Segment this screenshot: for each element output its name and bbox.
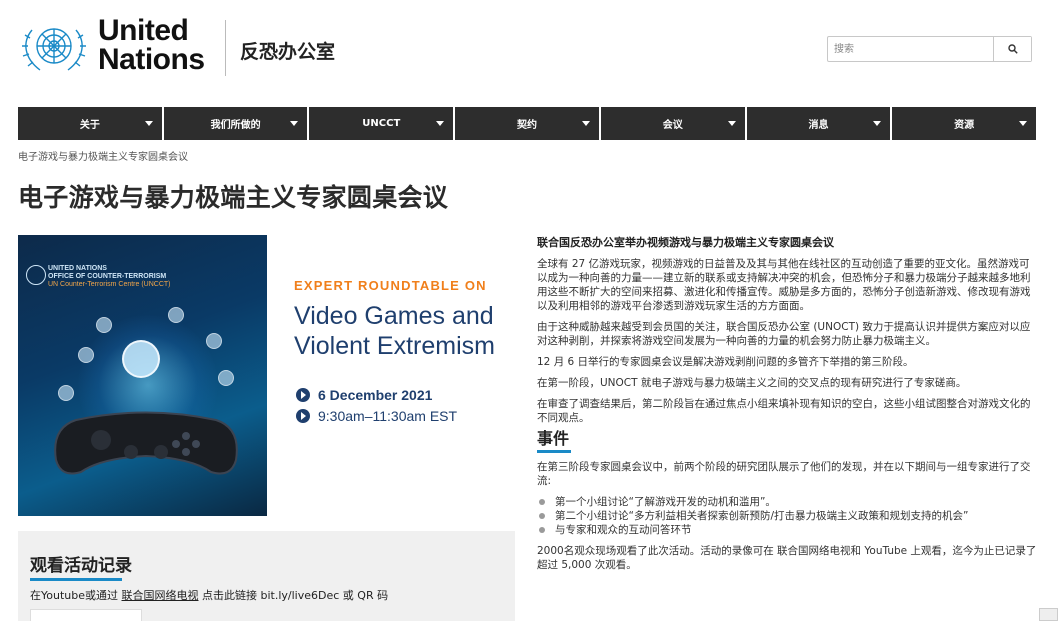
article-paragraph: 12 月 6 日举行的专家圆桌会议是解决游戏剥削问题的多管齐下举措的第三阶段。 bbox=[537, 356, 914, 368]
page-title: 电子游戏与暴力极端主义专家圆桌会议 bbox=[18, 183, 449, 212]
un-emblem-icon bbox=[26, 265, 46, 285]
search-input[interactable] bbox=[828, 37, 994, 61]
chevron-down-icon bbox=[144, 121, 153, 126]
nav-item-news[interactable]: 消息 bbox=[746, 107, 891, 140]
user-avatar-icon bbox=[206, 333, 222, 349]
nav-label: 会议 bbox=[662, 120, 683, 131]
un-wordmark[interactable]: United Nations bbox=[98, 14, 205, 76]
poster-org-line-2: OFFICE OF COUNTER-TERRORISM bbox=[48, 273, 167, 280]
un-emblem-icon[interactable] bbox=[18, 18, 90, 78]
chevron-down-icon bbox=[873, 121, 882, 126]
logo-line-2: Nations bbox=[98, 43, 205, 76]
user-avatar-icon bbox=[58, 385, 74, 401]
nav-item-meetings[interactable]: 会议 bbox=[600, 107, 745, 140]
search-icon bbox=[1007, 44, 1018, 54]
qr-code-image bbox=[30, 609, 142, 621]
user-avatar-icon bbox=[122, 340, 160, 378]
article-paragraph: 在第三阶段专家圆桌会议中，前两个阶段的研究团队展示了他们的发现，并在以下期间与一… bbox=[537, 461, 1031, 487]
recording-panel: 观看活动记录 在Youtube或通过 联合国网络电视 点击此链接 bit.ly/… bbox=[18, 531, 515, 621]
play-circle-icon bbox=[296, 387, 310, 402]
list-item: 与专家和观众的互动问答环节 bbox=[537, 523, 1037, 537]
logo-line-1: United bbox=[98, 14, 189, 47]
nav-item-what-we-do[interactable]: 我们所做的 bbox=[163, 107, 308, 140]
nav-label: 关于 bbox=[79, 120, 100, 131]
nav-item-compact[interactable]: 契约 bbox=[455, 107, 599, 140]
event-time-text: 9:30am–11:30am EST bbox=[318, 407, 458, 424]
nav-label: 消息 bbox=[808, 120, 829, 131]
instructions-prefix: 在Youtube或通过 bbox=[30, 589, 118, 602]
nav-label: UNCCT bbox=[362, 118, 401, 129]
chevron-down-icon bbox=[290, 121, 299, 126]
title-underline bbox=[30, 578, 122, 581]
recording-panel-title: 观看活动记录 bbox=[30, 556, 132, 576]
poster-meta: 6 December 2021 9:30am–11:30am EST bbox=[296, 384, 457, 426]
search-box bbox=[827, 36, 1032, 62]
poster-org-line-3: UN Counter-Terrorism Centre (UNCCT) bbox=[48, 281, 171, 288]
instructions-suffix: 点击此链接 bit.ly/live6Dec 或 QR 码 bbox=[202, 589, 389, 602]
user-avatar-icon bbox=[168, 307, 184, 323]
nav-label: 我们所做的 bbox=[210, 120, 261, 131]
event-date: 6 December 2021 bbox=[296, 384, 457, 405]
main-nav: 关于 我们所做的 UNCCT 契约 会议 消息 资源 bbox=[18, 107, 1037, 140]
article-paragraph: 2000名观众现场观看了此次活动。活动的录像可在 联合国网络电视和 YouTub… bbox=[537, 545, 1037, 571]
poster-org-line-1: UNITED NATIONS bbox=[48, 265, 107, 272]
recording-instructions: 在Youtube或通过 联合国网络电视 点击此链接 bit.ly/live6De… bbox=[30, 587, 388, 603]
poster-eyebrow: EXPERT ROUNDTABLE ON bbox=[294, 278, 487, 293]
play-circle-icon bbox=[296, 408, 310, 423]
game-controller-icon bbox=[54, 411, 238, 475]
article-paragraph: 全球有 27 亿游戏玩家，视频游戏的日益普及及其与其他在线社区的互动创造了重要的… bbox=[537, 258, 1031, 312]
section-title-events: 事件 bbox=[537, 429, 570, 448]
article-heading: 联合国反恐办公室举办视频游戏与暴力极端主义专家圆桌会议 bbox=[537, 236, 834, 249]
user-avatar-icon bbox=[96, 317, 112, 333]
article-paragraph: 在审查了调查结果后，第二阶段旨在通过焦点小组来填补现有知识的空白，这些小组试图整… bbox=[537, 398, 1031, 424]
nav-label: 契约 bbox=[517, 120, 538, 131]
logo-divider bbox=[225, 20, 226, 76]
chevron-down-icon bbox=[727, 121, 736, 126]
nav-item-about[interactable]: 关于 bbox=[18, 107, 162, 140]
article-paragraph: 在第一阶段，UNOCT 就电子游戏与暴力极端主义之间的交叉点的现有研究进行了专家… bbox=[537, 377, 967, 389]
user-avatar-icon bbox=[218, 370, 234, 386]
article-paragraph: 由于这种威胁越来越受到会员国的关注，联合国反恐办公室 (UNOCT) 致力于提高… bbox=[537, 321, 1031, 347]
nav-label: 资源 bbox=[954, 120, 975, 131]
poster-text: EXPERT ROUNDTABLE ON Video Games and Vio… bbox=[294, 278, 495, 361]
nav-item-uncct[interactable]: UNCCT bbox=[309, 107, 454, 140]
poster-org-block: UNITED NATIONS OFFICE OF COUNTER-TERRORI… bbox=[48, 265, 171, 289]
office-name[interactable]: 反恐办公室 bbox=[240, 37, 335, 64]
event-date-text: 6 December 2021 bbox=[318, 386, 433, 403]
title-underline bbox=[537, 450, 571, 453]
chevron-down-icon bbox=[1019, 121, 1028, 126]
poster-title-line-1: Video Games and bbox=[294, 302, 494, 330]
chevron-down-icon bbox=[436, 121, 445, 126]
poster-title-line-2: Violent Extremism bbox=[294, 332, 495, 360]
breadcrumb[interactable]: 电子游戏与暴力极端主义专家圆桌会议 bbox=[18, 148, 188, 163]
site-header: United Nations 反恐办公室 bbox=[0, 0, 1058, 100]
list-item: 第一个小组讨论“了解游戏开发的动机和滥用”。 bbox=[537, 495, 1037, 509]
panel-list: 第一个小组讨论“了解游戏开发的动机和滥用”。 第二个小组讨论“多方利益相关者探索… bbox=[537, 495, 1037, 537]
list-item: 第二个小组讨论“多方利益相关者探索创新预防/打击暴力极端主义政策和规划支持的机会… bbox=[537, 509, 1037, 523]
event-time: 9:30am–11:30am EST bbox=[296, 405, 457, 426]
article-body: 联合国反恐办公室举办视频游戏与暴力极端主义专家圆桌会议 全球有 27 亿游戏玩家… bbox=[537, 236, 1037, 579]
chevron-down-icon bbox=[581, 121, 590, 126]
poster-title: Video Games and Violent Extremism bbox=[294, 301, 495, 361]
un-web-tv-link[interactable]: 联合国网络电视 bbox=[122, 589, 199, 602]
user-avatar-icon bbox=[78, 347, 94, 363]
feedback-tab[interactable] bbox=[1039, 608, 1058, 621]
nav-item-resources[interactable]: 资源 bbox=[892, 107, 1037, 140]
event-banner-image: UNITED NATIONS OFFICE OF COUNTER-TERRORI… bbox=[18, 235, 267, 516]
search-button[interactable] bbox=[993, 37, 1031, 61]
